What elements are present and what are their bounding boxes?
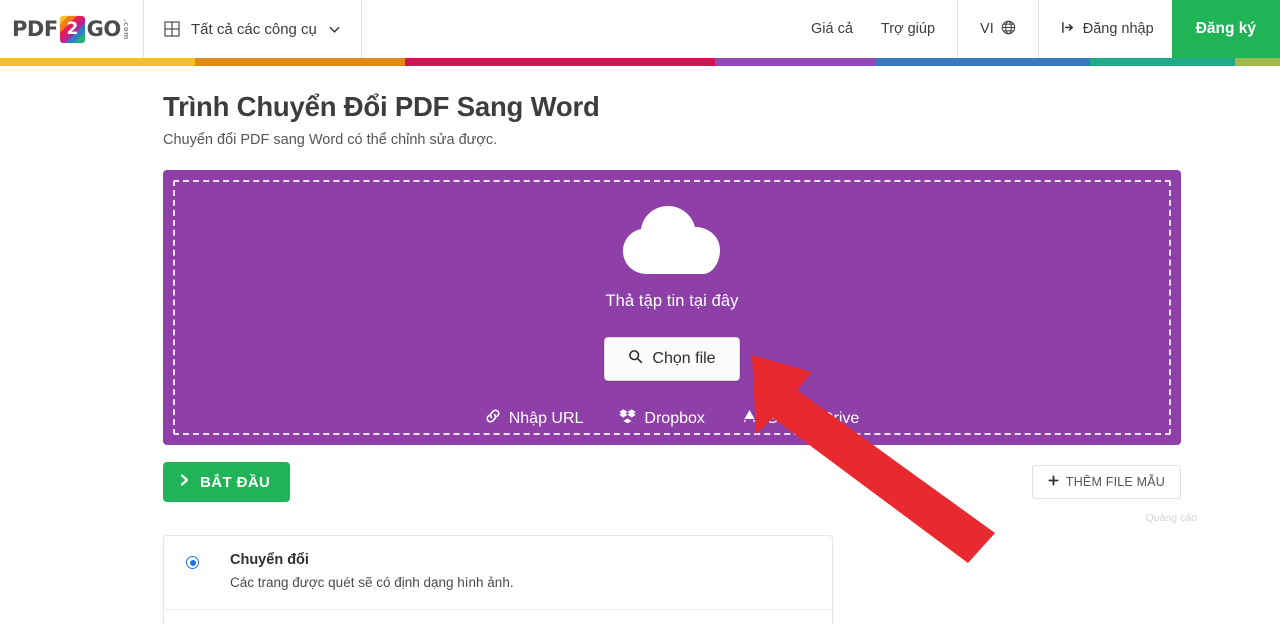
all-tools-menu[interactable]: Tất cả các công cụ [144,0,362,58]
dropzone-sources: Nhập URL Dropbox Google Drive [485,408,859,429]
source-google-drive-label: Google Drive [765,409,860,427]
color-stripe [0,58,1280,66]
radio-convert[interactable] [186,556,199,569]
chevron-right-icon [179,473,191,491]
language-label: VI [980,21,994,37]
source-url-label: Nhập URL [508,409,584,427]
site-header: PDF 2 GO .com Tất cả các công cụ Giá cả [0,0,1280,58]
logo-text-go: GO [86,17,122,41]
logo-text-dotcom: .com [121,18,130,40]
header-right-nav: Giá cả Trợ giúp VI Đăng nhập Đăng ký [797,0,1280,58]
stripe-seg-crimson [405,58,715,66]
source-google-drive[interactable]: Google Drive [741,408,859,429]
stripe-seg-orange [195,58,405,66]
chevron-down-icon [328,23,341,36]
page-subtitle: Chuyển đổi PDF sang Word có thể chỉnh sử… [163,132,498,148]
add-sample-file-label: THÊM FILE MẪU [1065,475,1165,489]
stripe-seg-teal [1090,58,1235,66]
ad-label: Quảng cáo [1145,512,1197,524]
option-title-convert: Chuyển đổi [230,552,309,568]
language-selector[interactable]: VI [957,0,1039,58]
cloud-upload-icon [617,170,727,285]
option-row-convert[interactable]: Chuyển đổi Các trang được quét sẽ có địn… [164,536,832,609]
option-desc-convert: Các trang được quét sẽ có định dạng hình… [230,575,514,590]
add-sample-file-button[interactable]: THÊM FILE MẪU [1031,465,1181,499]
dropbox-icon [619,408,637,429]
globe-icon [1001,20,1016,39]
choose-file-label: Chọn file [652,350,716,367]
logo-badge-2: 2 [59,15,85,43]
choose-file-button[interactable]: Chọn file [604,337,740,381]
source-dropbox[interactable]: Dropbox [619,408,705,429]
login-button[interactable]: Đăng nhập [1039,0,1172,58]
source-url[interactable]: Nhập URL [485,408,584,429]
logo-text-pdf: PDF [12,17,58,41]
stripe-seg-yellow [0,58,195,66]
nav-link-pricing[interactable]: Giá cả [797,0,867,58]
stripe-seg-olive [1235,58,1280,66]
logo[interactable]: PDF 2 GO .com [0,0,144,58]
stripe-seg-purple [715,58,875,66]
link-icon [485,408,501,429]
action-row: BẮT ĐẦU THÊM FILE MẪU [163,462,1181,502]
main-content: Trình Chuyển Đổi PDF Sang Word Chuyển đổ… [0,91,1280,624]
stripe-seg-blue [875,58,1090,66]
start-button-label: BẮT ĐẦU [200,473,271,491]
file-dropzone[interactable]: Thả tập tin tại đây Chọn file Nhập URL D… [163,170,1181,445]
login-label: Đăng nhập [1082,21,1154,37]
header-spacer [362,0,797,58]
start-button[interactable]: BẮT ĐẦU [163,462,291,502]
all-tools-label: Tất cả các công cụ [191,20,317,38]
grid-icon [164,21,180,37]
option-row-convert-ocr[interactable]: Chuyển đổi với OCR Các trang được quét s… [164,609,832,624]
plus-icon [1048,475,1059,489]
page-title: Trình Chuyển Đổi PDF Sang Word [163,91,600,122]
conversion-options: Chuyển đổi Các trang được quét sẽ có địn… [163,535,833,624]
login-icon [1061,20,1076,39]
source-dropbox-label: Dropbox [644,409,705,427]
dropzone-label: Thả tập tin tại đây [605,292,739,310]
nav-link-help[interactable]: Trợ giúp [867,0,949,58]
google-drive-icon [741,408,758,429]
page-root: PDF 2 GO .com Tất cả các công cụ Giá cả [0,0,1280,624]
signup-button[interactable]: Đăng ký [1171,0,1280,58]
search-icon [628,349,643,369]
